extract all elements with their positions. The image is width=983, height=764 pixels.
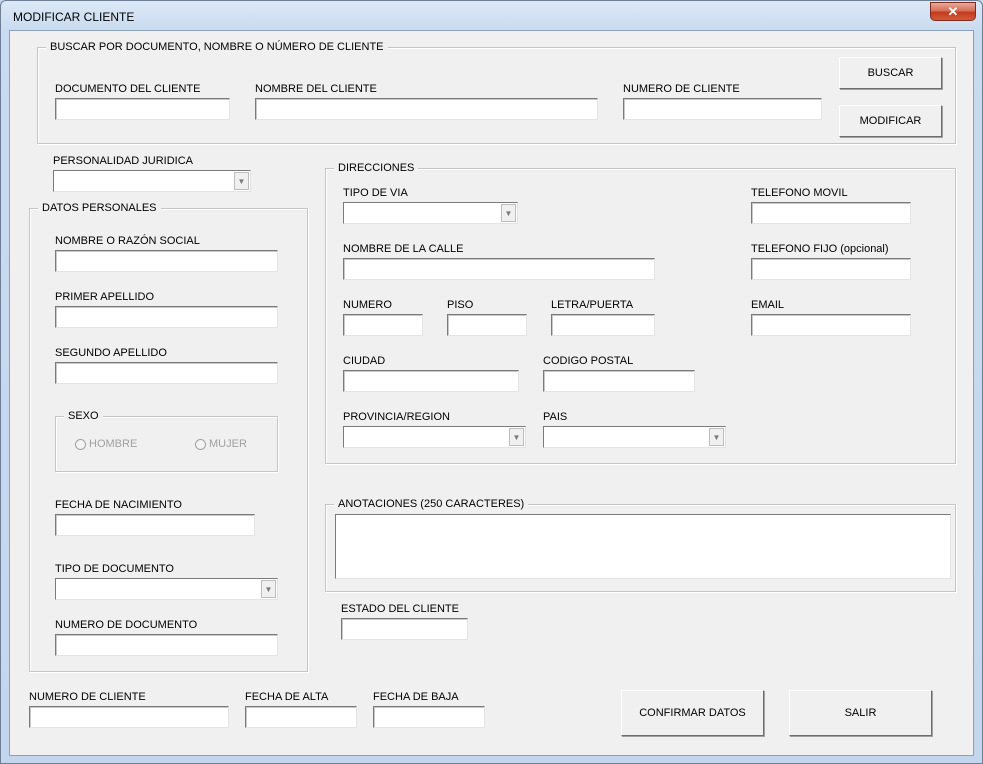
salir-button[interactable]: SALIR [789,690,932,736]
telefono-fijo-input[interactable] [751,258,911,280]
chevron-down-icon[interactable]: ▼ [234,172,249,190]
numero-documento-input[interactable] [55,634,278,656]
direcciones-title: DIRECCIONES [334,162,419,174]
buscar-button[interactable]: BUSCAR [839,57,942,89]
piso-label: PISO [447,299,474,311]
confirmar-datos-button[interactable]: CONFIRMAR DATOS [621,690,764,736]
telefono-movil-label: TELEFONO MOVIL [751,187,848,199]
title-bar[interactable]: MODIFICAR CLIENTE ✕ [1,1,982,31]
tipo-via-label: TIPO DE VIA [343,187,408,199]
provincia-select[interactable]: ▼ [343,426,526,448]
close-icon: ✕ [947,3,959,19]
segundo-apellido-input[interactable] [55,362,278,384]
chevron-down-icon[interactable]: ▼ [509,428,524,446]
sexo-title: SEXO [64,410,103,422]
letra-puerta-input[interactable] [551,314,655,336]
form-body: BUSCAR POR DOCUMENTO, NOMBRE O NÚMERO DE… [9,30,974,756]
ciudad-input[interactable] [343,370,519,392]
numero-input[interactable] [343,314,423,336]
fecha-baja-input[interactable] [373,706,485,728]
radio-hombre[interactable]: HOMBRE [75,438,137,450]
primer-apellido-label: PRIMER APELLIDO [55,291,155,303]
nombre-cliente-label: NOMBRE DEL CLIENTE [255,83,377,95]
chevron-down-icon[interactable]: ▼ [709,428,724,446]
radio-circle-icon[interactable] [195,438,206,450]
provincia-label: PROVINCIA/REGION [343,411,450,423]
ciudad-label: CIUDAD [343,355,386,367]
letra-puerta-label: LETRA/PUERTA [551,299,634,311]
piso-input[interactable] [447,314,527,336]
pais-select[interactable]: ▼ [543,426,726,448]
modificar-button[interactable]: MODIFICAR [839,105,942,137]
numero-cliente-input[interactable] [29,706,229,728]
tipo-via-select[interactable]: ▼ [343,202,518,224]
radio-mujer-label: MUJER [209,438,247,450]
radio-mujer[interactable]: MUJER [195,438,247,450]
fecha-alta-label: FECHA DE ALTA [245,691,329,703]
estado-cliente-input[interactable] [341,618,468,640]
documento-cliente-input[interactable] [55,98,230,120]
numero-cliente-search-input[interactable] [623,98,822,120]
search-frame: BUSCAR POR DOCUMENTO, NOMBRE O NÚMERO DE… [37,41,956,144]
nombre-razon-label: NOMBRE O RAZÓN SOCIAL [55,235,200,247]
tipo-documento-select[interactable]: ▼ [55,578,278,600]
documento-cliente-label: DOCUMENTO DEL CLIENTE [55,83,201,95]
numero-documento-label: NUMERO DE DOCUMENTO [55,619,198,631]
codigo-postal-input[interactable] [543,370,695,392]
anotaciones-title: ANOTACIONES (250 CARACTERES) [334,498,529,510]
window: MODIFICAR CLIENTE ✕ BUSCAR POR DOCUMENTO… [0,0,983,764]
numero-cliente-label: NUMERO DE CLIENTE [29,691,146,703]
close-button[interactable]: ✕ [930,2,976,21]
personalidad-juridica-label: PERSONALIDAD JURIDICA [53,155,193,167]
personalidad-juridica-select[interactable]: ▼ [53,170,251,192]
datos-personales-title: DATOS PERSONALES [38,202,161,214]
segundo-apellido-label: SEGUNDO APELLIDO [55,347,167,359]
tipo-documento-label: TIPO DE DOCUMENTO [55,563,174,575]
window-title: MODIFICAR CLIENTE [13,10,135,24]
email-input[interactable] [751,314,911,336]
pais-label: PAIS [543,411,568,423]
chevron-down-icon[interactable]: ▼ [501,204,516,222]
anotaciones-textarea[interactable] [335,514,951,579]
nombre-calle-input[interactable] [343,258,655,280]
radio-circle-icon[interactable] [75,438,86,450]
fecha-alta-input[interactable] [245,706,357,728]
numero-label: NUMERO [343,299,392,311]
numero-cliente-search-label: NUMERO DE CLIENTE [623,83,740,95]
estado-cliente-label: ESTADO DEL CLIENTE [341,603,459,615]
codigo-postal-label: CODIGO POSTAL [543,355,634,367]
telefono-fijo-label: TELEFONO FIJO (opcional) [751,243,889,255]
nombre-razon-input[interactable] [55,250,278,272]
primer-apellido-input[interactable] [55,306,278,328]
radio-hombre-label: HOMBRE [89,438,138,450]
fecha-nacimiento-label: FECHA DE NACIMIENTO [55,499,182,511]
search-frame-title: BUSCAR POR DOCUMENTO, NOMBRE O NÚMERO DE… [46,41,388,53]
fecha-nacimiento-input[interactable] [55,514,255,536]
email-label: EMAIL [751,299,785,311]
nombre-calle-label: NOMBRE DE LA CALLE [343,243,464,255]
nombre-cliente-input[interactable] [255,98,598,120]
chevron-down-icon[interactable]: ▼ [261,580,276,598]
telefono-movil-input[interactable] [751,202,911,224]
fecha-baja-label: FECHA DE BAJA [373,691,459,703]
